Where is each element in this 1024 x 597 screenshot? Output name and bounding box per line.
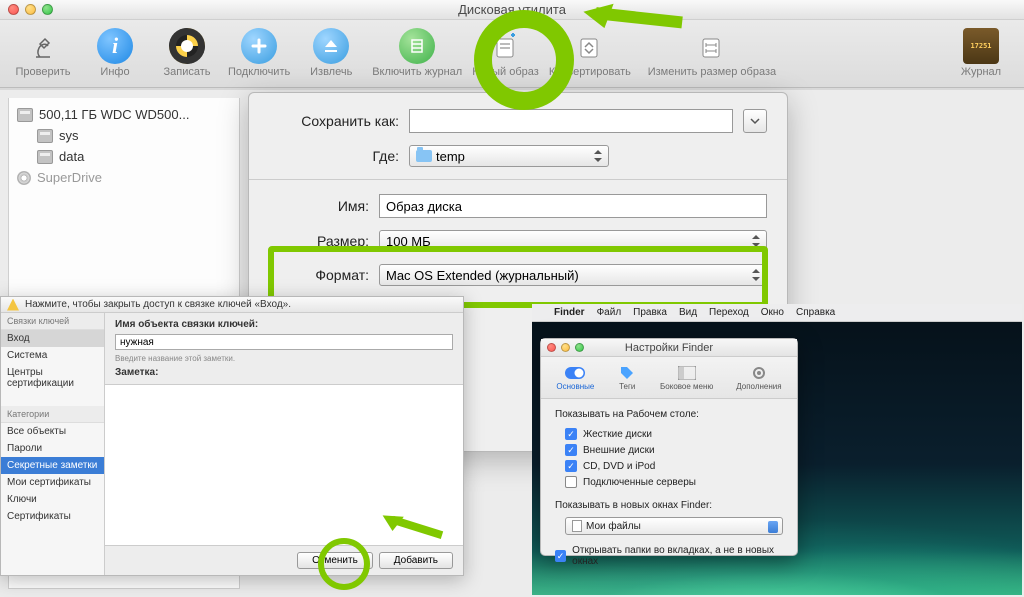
hdd-icon	[17, 108, 33, 122]
chain-roots[interactable]: Центры сертификации	[1, 364, 104, 392]
eject-icon	[313, 28, 349, 64]
format-select[interactable]: Mac OS Extended (журнальный)	[379, 264, 767, 286]
minimize-icon[interactable]	[25, 4, 36, 15]
fp-tabs: Основные Теги Боковое меню Дополнения	[541, 357, 797, 399]
fp-title: Настройки Finder	[541, 339, 797, 357]
menu-view[interactable]: Вид	[679, 307, 697, 318]
zoom-icon[interactable]	[42, 4, 53, 15]
switch-icon	[565, 365, 585, 381]
size-select[interactable]: 100 МБ	[379, 230, 767, 252]
titlebar: Дисковая утилита	[0, 0, 1024, 20]
toolbar: Проверить i Инфо Записать Подключить Изв…	[0, 20, 1024, 88]
lock-icon[interactable]	[7, 299, 19, 311]
tb-burn[interactable]: Записать	[152, 24, 222, 78]
file-icon	[572, 520, 582, 532]
chain-system[interactable]: Система	[1, 347, 104, 364]
finder-prefs-window: Настройки Finder Основные Теги Боковое м…	[540, 338, 798, 556]
tab-sidebar[interactable]: Боковое меню	[660, 365, 713, 391]
sidebar-icon	[677, 365, 697, 381]
note-name-input[interactable]	[115, 334, 453, 350]
info-icon: i	[97, 28, 133, 64]
convert-icon	[572, 28, 608, 64]
checkbox-icon	[565, 428, 577, 440]
burn-icon	[169, 28, 205, 64]
menu-file[interactable]: Файл	[597, 307, 622, 318]
hdd-icon	[37, 129, 53, 143]
tb-info[interactable]: i Инфо	[80, 24, 150, 78]
size-label: Размер:	[269, 233, 369, 249]
close-icon[interactable]	[8, 4, 19, 15]
expand-button[interactable]	[743, 109, 767, 133]
zoom-icon[interactable]	[575, 343, 584, 352]
minimize-icon[interactable]	[561, 343, 570, 352]
menu-go[interactable]: Переход	[709, 307, 749, 318]
cat-keys[interactable]: Ключи	[1, 491, 104, 508]
cat-passwords[interactable]: Пароли	[1, 440, 104, 457]
tb-log[interactable]: 17251 Журнал	[946, 24, 1016, 78]
save-as-input[interactable]	[409, 109, 733, 133]
save-as-label: Сохранить как:	[269, 113, 399, 129]
gear-icon	[749, 365, 769, 381]
sidebar-vol-sys[interactable]: sys	[9, 125, 239, 146]
cat-all[interactable]: Все объекты	[1, 423, 104, 440]
desktop: Finder Файл Правка Вид Переход Окно Спра…	[532, 304, 1022, 595]
journal-icon	[399, 28, 435, 64]
checkbox-icon	[555, 550, 566, 562]
menu-edit[interactable]: Правка	[633, 307, 667, 318]
resize-icon	[694, 28, 730, 64]
tb-mount[interactable]: Подключить	[224, 24, 294, 78]
new-image-icon	[488, 28, 524, 64]
kc-header: Нажмите, чтобы закрыть доступ к связке к…	[1, 297, 463, 313]
menu-window[interactable]: Окно	[761, 307, 784, 318]
sidebar-disk[interactable]: 500,11 ГБ WDC WD500...	[9, 104, 239, 125]
chain-login[interactable]: Вход	[1, 330, 104, 347]
tab-general[interactable]: Основные	[556, 365, 594, 391]
cat-notes[interactable]: Секретные заметки	[1, 457, 104, 474]
kc-form: Имя объекта связки ключей: Введите назва…	[105, 313, 463, 385]
kc-sidebar: Связки ключей Вход Система Центры сертиф…	[1, 313, 105, 575]
name-input[interactable]	[379, 194, 767, 218]
tb-verify[interactable]: Проверить	[8, 24, 78, 78]
kc-hint: Нажмите, чтобы закрыть доступ к связке к…	[25, 299, 291, 310]
chk-cd[interactable]: CD, DVD и iPod	[555, 458, 783, 474]
checkbox-icon	[565, 444, 577, 456]
tb-journal[interactable]: Включить журнал	[368, 24, 466, 78]
folder-icon	[416, 150, 432, 162]
menu-help[interactable]: Справка	[796, 307, 835, 318]
window-title: Дисковая утилита	[0, 0, 1024, 20]
cat-certs[interactable]: Сертификаты	[1, 508, 104, 525]
sidebar-optical[interactable]: SuperDrive	[9, 167, 239, 188]
close-icon[interactable]	[547, 343, 556, 352]
cd-icon	[17, 171, 31, 185]
chk-hdd[interactable]: Жесткие диски	[555, 426, 783, 442]
chk-srv[interactable]: Подключенные серверы	[555, 474, 783, 490]
where-select[interactable]: temp	[409, 145, 609, 167]
format-label: Формат:	[269, 267, 369, 283]
name-label: Имя:	[269, 198, 369, 214]
microscope-icon	[25, 28, 61, 64]
menubar: Finder Файл Правка Вид Переход Окно Спра…	[532, 304, 1022, 322]
hdd-icon	[37, 150, 53, 164]
checkbox-icon	[565, 476, 577, 488]
tb-new-image[interactable]: Новый образ	[468, 24, 543, 78]
tag-icon	[617, 365, 637, 381]
cat-mycerts[interactable]: Мои сертификаты	[1, 474, 104, 491]
chk-ext[interactable]: Внешние диски	[555, 442, 783, 458]
mount-icon	[241, 28, 277, 64]
menu-finder[interactable]: Finder	[554, 307, 585, 318]
sidebar-vol-data[interactable]: data	[9, 146, 239, 167]
new-window-select[interactable]: Мои файлы	[565, 517, 783, 535]
divider	[249, 179, 787, 180]
log-icon: 17251	[963, 28, 999, 64]
tab-tags[interactable]: Теги	[617, 365, 637, 391]
where-label: Где:	[269, 148, 399, 164]
tab-advanced[interactable]: Дополнения	[736, 365, 781, 391]
tb-eject[interactable]: Извлечь	[296, 24, 366, 78]
cancel-button[interactable]: Отменить	[297, 552, 373, 569]
chk-tabs[interactable]: Открывать папки во вкладках, а не в новы…	[555, 543, 783, 569]
checkbox-icon	[565, 460, 577, 472]
